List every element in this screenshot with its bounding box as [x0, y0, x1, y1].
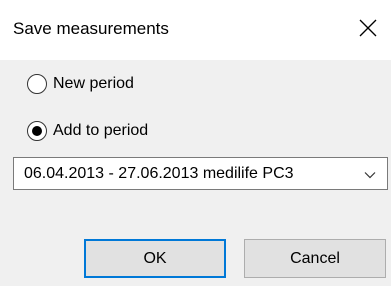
ok-button[interactable]: OK: [84, 239, 226, 278]
close-button[interactable]: [352, 12, 384, 44]
add-to-period-radio[interactable]: [27, 121, 47, 141]
chevron-down-icon: [364, 172, 376, 179]
title-bar: Save measurements: [0, 0, 391, 60]
period-select-value: 06.04.2013 - 27.06.2013 medilife PC3: [24, 165, 294, 182]
add-to-period-label: Add to period: [53, 122, 149, 139]
dialog-title: Save measurements: [13, 19, 169, 38]
cancel-button[interactable]: Cancel: [244, 239, 386, 278]
dialog-body: New period Add to period 06.04.2013 - 27…: [0, 60, 391, 286]
period-select[interactable]: 06.04.2013 - 27.06.2013 medilife PC3: [13, 157, 388, 190]
save-measurements-dialog: Save measurements New period Add to peri…: [0, 0, 391, 286]
close-x-icon: [359, 19, 377, 37]
new-period-radio[interactable]: [27, 74, 47, 94]
new-period-option[interactable]: New period: [27, 74, 134, 94]
new-period-label: New period: [53, 75, 134, 92]
radio-selected-dot: [32, 126, 42, 136]
add-to-period-option[interactable]: Add to period: [27, 121, 148, 141]
